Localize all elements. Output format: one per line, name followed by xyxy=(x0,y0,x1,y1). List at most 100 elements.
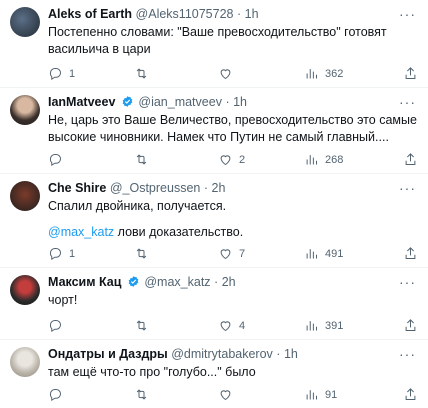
heart-icon xyxy=(218,66,233,81)
views-button[interactable]: 491 xyxy=(304,246,343,261)
reply-icon xyxy=(48,246,63,261)
tweet-text: Постепенно словами: "Ваше превосходитель… xyxy=(48,25,387,56)
timestamp[interactable]: 2h xyxy=(212,181,226,195)
tweet-content: Che Shire @_Ostpreussen · 2h Спалил двой… xyxy=(48,180,418,241)
views-count: 362 xyxy=(325,67,344,80)
like-count: 4 xyxy=(239,319,246,332)
share-button[interactable] xyxy=(403,318,418,333)
author-name[interactable]: Che Shire xyxy=(48,181,106,195)
reply-icon xyxy=(48,318,63,333)
bar-chart-icon xyxy=(304,318,319,333)
views-count: 91 xyxy=(325,388,338,401)
bar-chart-icon xyxy=(304,387,319,402)
retweet-icon xyxy=(134,318,149,333)
views-button[interactable]: 91 xyxy=(304,387,337,402)
author-name[interactable]: IanMatveev xyxy=(48,95,115,109)
share-button[interactable] xyxy=(403,66,418,81)
separator-dot: · xyxy=(236,7,242,21)
like-count: 7 xyxy=(239,247,246,260)
more-icon[interactable]: ··· xyxy=(399,346,416,362)
tweet[interactable]: Che Shire @_Ostpreussen · 2h Спалил двой… xyxy=(0,174,428,268)
reply-icon xyxy=(48,152,63,167)
avatar[interactable] xyxy=(10,347,40,377)
reply-button[interactable]: 1 xyxy=(48,246,75,261)
share-icon xyxy=(403,152,418,167)
action-bar: 1 362 xyxy=(48,66,418,82)
like-button[interactable]: 7 xyxy=(218,246,245,261)
heart-icon xyxy=(218,318,233,333)
tweet-header: IanMatveev @ian_matveev · 1h xyxy=(48,94,418,111)
share-icon xyxy=(403,246,418,261)
retweet-button[interactable] xyxy=(134,66,155,81)
like-button[interactable]: 4 xyxy=(218,318,245,333)
timestamp[interactable]: 2h xyxy=(222,275,236,289)
avatar[interactable] xyxy=(10,181,40,211)
share-icon xyxy=(403,318,418,333)
tweet-content: Максим Кац @max_katz · 2h чорт! xyxy=(48,274,418,309)
tweet-content: IanMatveev @ian_matveev · 1h Не, царь эт… xyxy=(48,94,418,146)
tweet[interactable]: Aleks of Earth @Aleks11075728 · 1h Посте… xyxy=(0,0,428,88)
share-button[interactable] xyxy=(403,152,418,167)
author-handle[interactable]: @max_katz xyxy=(144,275,210,289)
more-icon[interactable]: ··· xyxy=(399,180,416,196)
tweet-content: Aleks of Earth @Aleks11075728 · 1h Посте… xyxy=(48,6,418,58)
share-button[interactable] xyxy=(403,387,418,402)
like-button[interactable]: 2 xyxy=(218,152,245,167)
reply-button[interactable] xyxy=(48,318,69,333)
retweet-button[interactable] xyxy=(134,152,155,167)
avatar[interactable] xyxy=(10,95,40,125)
views-button[interactable]: 268 xyxy=(304,152,343,167)
avatar[interactable] xyxy=(10,7,40,37)
tweet[interactable]: Ондатры и Даздры @dmitrytabakerov · 1h т… xyxy=(0,340,428,408)
retweet-button[interactable] xyxy=(134,246,155,261)
separator-dot: · xyxy=(276,347,281,361)
verified-badge-icon[interactable] xyxy=(127,275,140,288)
tweet[interactable]: Максим Кац @max_katz · 2h чорт! ··· 4 39… xyxy=(0,268,428,340)
tweet-content: Ондатры и Даздры @dmitrytabakerov · 1h т… xyxy=(48,346,418,381)
retweet-button[interactable] xyxy=(134,387,155,402)
separator-dot: · xyxy=(225,95,230,109)
tweet-header: Che Shire @_Ostpreussen · 2h xyxy=(48,180,418,197)
timestamp[interactable]: 1h xyxy=(284,347,298,361)
author-name[interactable]: Ондатры и Даздры xyxy=(48,347,168,361)
author-handle[interactable]: @dmitrytabakerov xyxy=(171,347,273,361)
tweet-text-line: @max_katz лови доказательство. xyxy=(48,224,418,241)
more-icon[interactable]: ··· xyxy=(399,94,416,110)
mention-link[interactable]: @max_katz xyxy=(48,225,114,239)
like-button[interactable] xyxy=(218,387,239,402)
views-count: 268 xyxy=(325,153,344,166)
timestamp[interactable]: 1h xyxy=(233,95,247,109)
more-icon[interactable]: ··· xyxy=(399,274,416,290)
tweet-text-tail: лови доказательство. xyxy=(114,225,244,239)
tweet-header: Ондатры и Даздры @dmitrytabakerov · 1h xyxy=(48,346,418,363)
reply-count: 1 xyxy=(69,67,76,80)
share-icon xyxy=(403,387,418,402)
author-name[interactable]: Aleks of Earth xyxy=(48,7,132,21)
retweet-icon xyxy=(134,152,149,167)
tweet-text: там ещё что-то про "голубо..." было xyxy=(48,365,256,379)
retweet-button[interactable] xyxy=(134,318,155,333)
more-icon[interactable]: ··· xyxy=(399,6,416,22)
retweet-icon xyxy=(134,387,149,402)
views-button[interactable]: 362 xyxy=(304,66,343,81)
verified-badge-icon[interactable] xyxy=(121,95,134,108)
tweet[interactable]: IanMatveev @ian_matveev · 1h Не, царь эт… xyxy=(0,88,428,174)
like-count: 2 xyxy=(239,153,246,166)
action-bar: 2 268 xyxy=(48,152,418,168)
reply-button[interactable] xyxy=(48,387,69,402)
tweet-text: чорт! xyxy=(48,293,78,307)
action-bar: 91 xyxy=(48,387,418,403)
author-handle[interactable]: @ian_matveev xyxy=(138,95,222,109)
like-button[interactable] xyxy=(218,66,239,81)
timestamp[interactable]: 1h xyxy=(245,7,259,21)
heart-icon xyxy=(218,152,233,167)
author-handle[interactable]: @_Ostpreussen xyxy=(110,181,201,195)
views-button[interactable]: 391 xyxy=(304,318,343,333)
share-button[interactable] xyxy=(403,246,418,261)
reply-button[interactable]: 1 xyxy=(48,66,75,81)
author-name[interactable]: Максим Кац xyxy=(48,275,121,289)
reply-button[interactable] xyxy=(48,152,69,167)
author-handle[interactable]: @Aleks11075728 xyxy=(136,7,234,21)
bar-chart-icon xyxy=(304,246,319,261)
avatar[interactable] xyxy=(10,275,40,305)
